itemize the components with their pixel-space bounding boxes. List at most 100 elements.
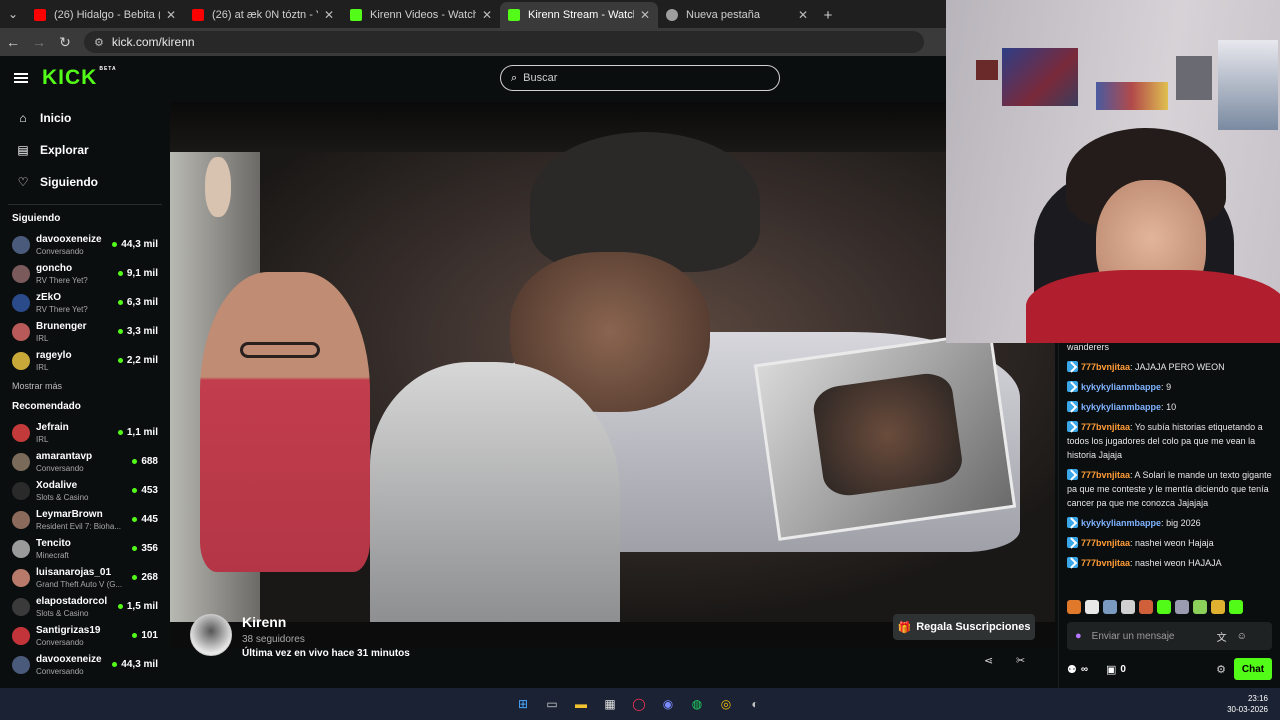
live-dot-icon bbox=[112, 242, 118, 247]
share-icon[interactable]: ⋖ bbox=[984, 654, 993, 667]
emote-icon[interactable] bbox=[1193, 600, 1207, 614]
channel-item[interactable]: Brunenger IRL 3,3 mil bbox=[0, 317, 170, 346]
emote-icon[interactable] bbox=[1175, 600, 1189, 614]
taskbar-clock[interactable]: 23:16 30-03-2026 bbox=[1227, 693, 1268, 715]
opera-icon[interactable]: ◯ bbox=[628, 693, 650, 715]
browser-tab[interactable]: Kirenn Videos - Watch On-Demand ✕ bbox=[342, 2, 500, 28]
chat-username[interactable]: kykykylianmbappe bbox=[1081, 382, 1161, 392]
emote-icon[interactable] bbox=[1067, 600, 1081, 614]
translate-icon[interactable]: 文 bbox=[1217, 629, 1227, 644]
channel-item[interactable]: Xodalive Slots & Casino 453 bbox=[0, 476, 170, 505]
chat-username[interactable]: 777bvnjitaa bbox=[1081, 558, 1130, 568]
channel-item[interactable]: LeymarBrown Resident Evil 7: Bioha... 445 bbox=[0, 505, 170, 534]
viewer-value: 44,3 mil bbox=[121, 239, 158, 250]
viewer-count: 3,3 mil bbox=[117, 326, 158, 337]
chat-input-box[interactable]: ● 文 ☺ bbox=[1067, 622, 1272, 650]
viewer-count: 1,1 mil bbox=[117, 427, 158, 438]
forward-icon[interactable]: → bbox=[26, 34, 52, 50]
discord-icon[interactable]: ◉ bbox=[657, 693, 679, 715]
channel-item[interactable]: goncho RV There Yet? 9,1 mil bbox=[0, 259, 170, 288]
chat-message-input[interactable] bbox=[1091, 630, 1207, 642]
search-input[interactable] bbox=[523, 72, 754, 84]
emote-icon[interactable] bbox=[1085, 600, 1099, 614]
chat-username[interactable]: 777bvnjitaa bbox=[1081, 538, 1130, 548]
emote-icon[interactable] bbox=[1157, 600, 1171, 614]
kick-favicon-icon bbox=[508, 9, 520, 21]
chat-username[interactable]: 777bvnjitaa bbox=[1081, 362, 1130, 372]
channel-category: Resident Evil 7: Bioha... bbox=[36, 521, 121, 531]
back-icon[interactable]: ← bbox=[0, 34, 26, 50]
chrome-icon[interactable]: ◎ bbox=[715, 693, 737, 715]
emote-icon[interactable] bbox=[1229, 600, 1243, 614]
gear-icon[interactable]: ⚙ bbox=[1216, 663, 1226, 676]
emoji-icon[interactable]: ☺ bbox=[1237, 631, 1247, 642]
browser-tab[interactable]: Nueva pestaña ✕ bbox=[658, 2, 816, 28]
video-player[interactable] bbox=[170, 102, 1055, 648]
channel-item[interactable]: davooxeneize Conversando 44,3 mil bbox=[0, 650, 170, 679]
close-icon[interactable]: ✕ bbox=[166, 8, 176, 22]
nav-siguiendo[interactable]: ♡ Siguiendo bbox=[0, 166, 170, 198]
avatar bbox=[12, 481, 30, 500]
show-more-link[interactable]: Mostrar más bbox=[0, 381, 170, 391]
address-bar[interactable]: ⚙ kick.com/kirenn bbox=[84, 31, 924, 53]
channel-category: Conversando bbox=[36, 666, 84, 676]
microphone-icon[interactable]: ● bbox=[1075, 630, 1082, 642]
browser-tab[interactable]: Kirenn Stream - Watch Live on Kick ✕ bbox=[500, 2, 658, 28]
viewer-count: 101 bbox=[132, 630, 158, 641]
viewer-count: 453 bbox=[132, 485, 158, 496]
steam-icon[interactable]: ◐ bbox=[744, 693, 766, 715]
chat-send-button[interactable]: Chat bbox=[1234, 658, 1272, 680]
chat-messages[interactable]: wanderers 777bvnjitaa: JAJAJA PERO WEON ky… bbox=[1059, 340, 1280, 596]
channel-item[interactable]: Jefrain IRL 1,1 mil bbox=[0, 418, 170, 447]
channel-item[interactable]: amarantavp Conversando 688 bbox=[0, 447, 170, 476]
live-dot-icon bbox=[112, 662, 118, 667]
browser-tab[interactable]: (26) Hidalgo - Bebita (Video oficial) ✕ bbox=[26, 2, 184, 28]
chat-username[interactable]: kykykylianmbappe bbox=[1081, 518, 1161, 528]
channel-item[interactable]: rageylo IRL 2,2 mil bbox=[0, 346, 170, 375]
close-icon[interactable]: ✕ bbox=[640, 8, 650, 22]
new-tab-button[interactable]: + bbox=[816, 2, 840, 28]
chat-footer: ⚉ ∞ ▣ 0 ⚙ Chat bbox=[1067, 658, 1272, 680]
watchers-count[interactable]: ⚉ ∞ bbox=[1067, 663, 1088, 676]
live-dot-icon bbox=[132, 633, 138, 638]
points-count[interactable]: ▣ 0 bbox=[1106, 663, 1126, 676]
tab-search-icon[interactable]: ⌄ bbox=[0, 0, 26, 28]
file-explorer-icon[interactable]: ▬ bbox=[570, 693, 592, 715]
reload-icon[interactable]: ↻ bbox=[52, 34, 78, 51]
webcam-poster bbox=[1218, 40, 1278, 130]
streamer-name[interactable]: Kirenn bbox=[242, 614, 286, 630]
chat-username[interactable]: 777bvnjitaa bbox=[1081, 470, 1130, 480]
close-icon[interactable]: ✕ bbox=[482, 8, 492, 22]
channel-category: IRL bbox=[36, 333, 49, 343]
close-icon[interactable]: ✕ bbox=[798, 8, 808, 22]
spotify-icon[interactable]: ◍ bbox=[686, 693, 708, 715]
nav-inicio[interactable]: ⌂ Inicio bbox=[0, 102, 170, 134]
kick-logo[interactable]: KICK BETA bbox=[42, 66, 117, 90]
task-view-icon[interactable]: ▭ bbox=[541, 693, 563, 715]
emote-icon[interactable] bbox=[1139, 600, 1153, 614]
live-dot-icon bbox=[117, 604, 123, 609]
site-info-icon[interactable]: ⚙ bbox=[94, 36, 104, 49]
chat-username[interactable]: 777bvnjitaa bbox=[1081, 422, 1130, 432]
channel-item[interactable]: Tencito Minecraft 356 bbox=[0, 534, 170, 563]
search-box[interactable]: ⌕ bbox=[500, 65, 780, 91]
channel-item[interactable]: elapostadorcol Slots & Casino 1,5 mil bbox=[0, 592, 170, 621]
close-icon[interactable]: ✕ bbox=[324, 8, 334, 22]
browser-tab[interactable]: (26) at æk 0N tóztn - YouTube ✕ bbox=[184, 2, 342, 28]
channel-item[interactable]: davooxeneize Conversando 44,3 mil bbox=[0, 230, 170, 259]
chat-message: 777bvnjitaa: A Solari le mande un texto … bbox=[1067, 468, 1273, 510]
gift-subs-button[interactable]: 🎁 Regala Suscripciones bbox=[893, 614, 1035, 640]
emote-icon[interactable] bbox=[1103, 600, 1117, 614]
windows-start-icon[interactable]: ⊞ bbox=[512, 693, 534, 715]
chat-username[interactable]: kykykylianmbappe bbox=[1081, 402, 1161, 412]
nav-explorar[interactable]: ▤ Explorar bbox=[0, 134, 170, 166]
store-icon[interactable]: ▦ bbox=[599, 693, 621, 715]
channel-item[interactable]: luisanarojas_01 Grand Theft Auto V (G... 2… bbox=[0, 563, 170, 592]
emote-icon[interactable] bbox=[1121, 600, 1135, 614]
clip-icon[interactable]: ✂ bbox=[1016, 654, 1025, 667]
channel-item[interactable]: Santigrizas19 Conversando 101 bbox=[0, 621, 170, 650]
emote-icon[interactable] bbox=[1211, 600, 1225, 614]
channel-item[interactable]: zEkO RV There Yet? 6,3 mil bbox=[0, 288, 170, 317]
streamer-avatar[interactable] bbox=[190, 614, 232, 656]
menu-icon[interactable] bbox=[14, 73, 28, 83]
